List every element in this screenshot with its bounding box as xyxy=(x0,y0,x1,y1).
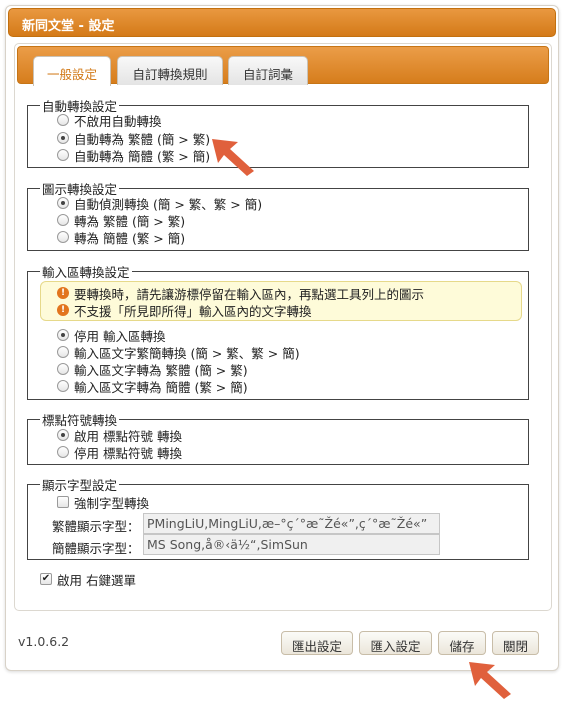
radio-checked-icon xyxy=(57,132,69,144)
display-font-legend: 顯示字型設定 xyxy=(42,478,118,493)
checkbox-icon xyxy=(57,496,69,508)
radio-label: 輸入區文字轉為 簡體 (繁 > 簡) xyxy=(74,379,248,395)
punctuation-enable-radio[interactable]: 啟用 標點符號 轉換 xyxy=(57,427,182,444)
punctuation-disable-radio[interactable]: 停用 標點符號 轉換 xyxy=(57,444,182,461)
radio-checked-icon xyxy=(57,429,69,441)
radio-icon xyxy=(57,363,69,375)
radio-icon xyxy=(57,214,69,226)
simplified-font-input[interactable] xyxy=(143,534,440,555)
checkbox-label: 啟用 右鍵選單 xyxy=(57,572,136,588)
auto-convert-simplified-radio[interactable]: 自動轉為 簡體 (繁 > 簡) xyxy=(57,147,211,164)
import-settings-button[interactable]: 匯入設定 xyxy=(359,631,432,655)
annotation-arrow-icon xyxy=(212,139,254,176)
image-to-traditional-radio[interactable]: 轉為 繁體 (簡 > 繁) xyxy=(57,212,185,229)
input-to-simplified-radio[interactable]: 輸入區文字轉為 簡體 (繁 > 簡) xyxy=(57,378,248,395)
traditional-font-input[interactable] xyxy=(143,513,440,534)
radio-icon xyxy=(57,231,69,243)
auto-convert-off-radio[interactable]: 不啟用自動轉換 xyxy=(57,112,162,129)
version-label: v1.0.6.2 xyxy=(18,634,70,649)
input-convert-notice: ! 要轉換時，請先讓游標停留在輸入區內，再點選工具列上的圖示 ! 不支援「所見即… xyxy=(40,281,522,321)
image-auto-detect-radio[interactable]: 自動偵測轉換 (簡 > 繁、繁 > 簡) xyxy=(57,195,262,212)
notice-line: ! 要轉換時，請先讓游標停留在輸入區內，再點選工具列上的圖示 xyxy=(57,285,424,302)
auto-convert-traditional-radio[interactable]: 自動轉為 繁體 (簡 > 繁) xyxy=(57,130,210,147)
button-label: 匯出設定 xyxy=(291,639,342,654)
window-title: 新同文堂 - 設定 xyxy=(22,19,115,34)
warning-icon: ! xyxy=(57,287,69,299)
tab-custom-rules[interactable]: 自訂轉換規則 xyxy=(117,56,223,85)
input-bidirectional-radio[interactable]: 輸入區文字繁簡轉換 (簡 > 繁、繁 > 簡) xyxy=(57,344,300,361)
title-bar: 新同文堂 - 設定 xyxy=(8,8,556,37)
input-to-traditional-radio[interactable]: 輸入區文字轉為 繁體 (簡 > 繁) xyxy=(57,361,248,378)
tab-label: 自訂轉換規則 xyxy=(132,67,208,82)
context-menu-checkbox[interactable]: ✔ 啟用 右鍵選單 xyxy=(40,571,136,588)
checkbox-checked-icon: ✔ xyxy=(40,573,52,585)
close-button[interactable]: 關閉 xyxy=(492,631,539,655)
notice-line: ! 不支援「所見即所得」輸入區內的文字轉換 xyxy=(57,302,312,319)
tab-label: 一般設定 xyxy=(46,67,97,82)
button-label: 儲存 xyxy=(449,639,475,654)
radio-checked-icon xyxy=(57,329,69,341)
tab-general-settings[interactable]: 一般設定 xyxy=(33,56,111,86)
input-disable-radio[interactable]: 停用 輸入區轉換 xyxy=(57,327,165,344)
traditional-font-label: 繁體顯示字型： xyxy=(52,519,140,534)
warning-icon: ! xyxy=(57,304,69,316)
force-font-checkbox[interactable]: 強制字型轉換 xyxy=(57,494,150,511)
radio-icon xyxy=(57,380,69,392)
simplified-font-label: 簡體顯示字型： xyxy=(52,541,140,556)
radio-icon xyxy=(57,446,69,458)
button-label: 匯入設定 xyxy=(370,639,421,654)
notice-text: 不支援「所見即所得」輸入區內的文字轉換 xyxy=(74,303,312,319)
annotation-arrow-icon xyxy=(469,662,511,699)
tab-custom-words[interactable]: 自訂詞彙 xyxy=(228,56,308,85)
tab-label: 自訂詞彙 xyxy=(242,67,293,82)
radio-icon xyxy=(57,346,69,358)
radio-checked-icon xyxy=(57,197,69,209)
save-button[interactable]: 儲存 xyxy=(438,631,486,655)
tab-bar: 一般設定 自訂轉換規則 自訂詞彙 xyxy=(17,46,549,86)
checkbox-label: 強制字型轉換 xyxy=(74,495,150,511)
radio-icon xyxy=(57,114,69,126)
radio-label: 不啟用自動轉換 xyxy=(74,113,162,129)
export-settings-button[interactable]: 匯出設定 xyxy=(281,631,353,655)
radio-label: 停用 標點符號 轉換 xyxy=(74,445,182,461)
radio-icon xyxy=(57,149,69,161)
radio-label: 自動轉為 簡體 (繁 > 簡) xyxy=(74,148,211,164)
image-to-simplified-radio[interactable]: 轉為 簡體 (繁 > 簡) xyxy=(57,229,186,246)
input-convert-legend: 輸入區轉換設定 xyxy=(42,265,130,280)
radio-label: 轉為 簡體 (繁 > 簡) xyxy=(74,230,186,246)
button-label: 關閉 xyxy=(502,639,528,654)
